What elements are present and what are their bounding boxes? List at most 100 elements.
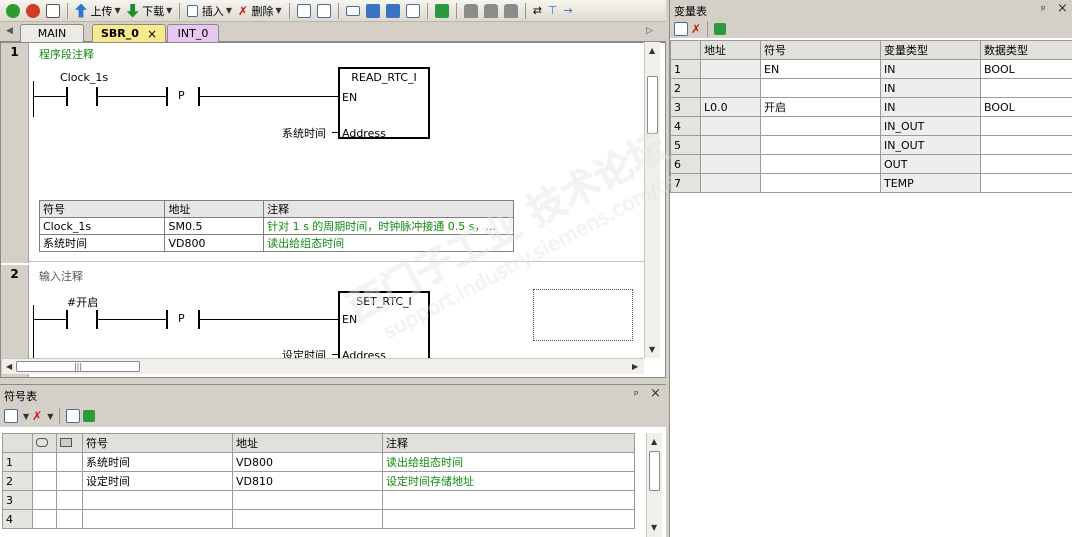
symbol-cell[interactable] (82, 509, 233, 529)
symbol-vertical-scrollbar[interactable]: ▲ ▼ (646, 433, 662, 537)
address-cell[interactable] (700, 173, 761, 193)
variable-grid[interactable]: 地址 符号 变量类型 数据类型 1 EN IN BOOL 2 IN 3 L0.0… (670, 40, 1072, 193)
symbol-cell[interactable] (760, 116, 881, 136)
table-row[interactable]: 2 设定时间 VD810 设定时间存储地址 (2, 471, 635, 491)
network-1-comment[interactable]: 程序段注释 (39, 46, 94, 62)
address-header[interactable]: 地址 (232, 433, 383, 453)
insert-dropdown-icon[interactable]: ▼ (226, 6, 232, 15)
box-button[interactable] (344, 2, 362, 20)
table-row[interactable]: 7 TEMP (670, 173, 1072, 193)
table-row[interactable]: 1 系统时间 VD800 读出给组态时间 (2, 452, 635, 472)
table-row[interactable]: 4 (2, 509, 635, 529)
data-type-cell[interactable] (980, 78, 1072, 98)
var-type-cell[interactable]: IN (880, 97, 981, 117)
data-type-cell[interactable]: BOOL (980, 59, 1072, 79)
symbol-cell[interactable]: EN (760, 59, 881, 79)
read-rtc-block[interactable]: READ_RTC_I EN Address (338, 67, 430, 140)
address-cell[interactable] (700, 154, 761, 174)
table-row[interactable]: 1 EN IN BOOL (670, 59, 1072, 79)
goto-button[interactable] (433, 2, 451, 20)
tab-close-icon[interactable]: × (147, 27, 157, 41)
line-right-button[interactable]: → (562, 2, 575, 20)
selection-box[interactable] (533, 289, 633, 341)
add-lock-button[interactable] (502, 2, 520, 20)
symbol-cell[interactable] (760, 78, 881, 98)
table-row[interactable]: 2 IN (670, 78, 1072, 98)
address-cell[interactable] (700, 135, 761, 155)
insert-button[interactable]: 插入 ▼ (185, 2, 234, 20)
apply-icon[interactable] (83, 410, 96, 422)
add-row-icon[interactable] (4, 409, 18, 423)
forward-button[interactable] (384, 2, 402, 20)
network-2-comment[interactable]: 输入注释 (39, 268, 83, 284)
data-type-cell[interactable]: BOOL (980, 97, 1072, 117)
var-type-cell[interactable]: TEMP (880, 173, 981, 193)
address-cell[interactable] (232, 490, 383, 510)
pin-icon[interactable]: ᵖ (634, 388, 639, 401)
comment-cell[interactable] (382, 509, 635, 529)
branch-button[interactable]: ⇄ (531, 2, 544, 20)
symbol-header[interactable]: 符号 (82, 433, 233, 453)
tab-scroll-left-icon[interactable]: ◀ (6, 26, 13, 36)
stop-button[interactable] (24, 2, 42, 20)
back-button[interactable] (364, 2, 382, 20)
scroll-thumb[interactable]: ||| (16, 361, 140, 372)
ladder-editor[interactable]: 1 程序段注释 Clock_1s P READ_RTC_I EN Address… (0, 42, 666, 378)
delete-button[interactable]: ✗ 删除 ▼ (236, 2, 284, 20)
unlock-button[interactable] (482, 2, 500, 20)
symbol-cell[interactable] (760, 173, 881, 193)
table-row[interactable]: 6 OUT (670, 154, 1072, 174)
scroll-up-icon[interactable]: ▲ (649, 46, 655, 55)
data-type-cell[interactable] (980, 135, 1072, 155)
tab-sbr-0[interactable]: SBR_0 × (92, 24, 166, 42)
var-type-cell[interactable]: OUT (880, 154, 981, 174)
scroll-up-icon[interactable]: ▲ (651, 437, 657, 446)
set-rtc-block[interactable]: SET_RTC_I EN Address (338, 291, 430, 363)
tab-scroll-right-icon[interactable]: ▷ (646, 26, 653, 36)
network-1-number[interactable]: 1 (1, 43, 29, 263)
var-type-cell[interactable]: IN (880, 59, 981, 79)
table-row[interactable]: 5 IN_OUT (670, 135, 1072, 155)
symbol-cell[interactable]: 开启 (760, 97, 881, 117)
address-cell[interactable] (232, 509, 383, 529)
address-cell[interactable]: VD810 (232, 471, 383, 491)
table-row[interactable]: 3 L0.0 开启 IN BOOL (670, 97, 1072, 117)
pin-icon[interactable]: ᵖ (1041, 3, 1046, 16)
symbol-grid[interactable]: 符号 地址 注释 1 系统时间 VD800 读出给组态时间 2 设定时间 VD8… (2, 433, 635, 529)
var-type-cell[interactable]: IN_OUT (880, 116, 981, 136)
address-cell[interactable] (700, 59, 761, 79)
contact-label[interactable]: Clock_1s (60, 71, 108, 84)
scroll-left-icon[interactable]: ◀ (6, 362, 12, 371)
symbol-cell[interactable] (82, 490, 233, 510)
add-row-dropdown-icon[interactable]: ▼ (23, 412, 29, 421)
address-cell[interactable]: L0.0 (700, 97, 761, 117)
upload-button[interactable]: 上传 ▼ (73, 2, 123, 20)
apply-icon[interactable] (714, 23, 727, 35)
insert-row-icon[interactable] (674, 22, 688, 36)
editor-vertical-scrollbar[interactable]: ▲ ▼ (644, 42, 660, 358)
download-button[interactable]: 下载 ▼ (125, 2, 175, 20)
delete-row-icon[interactable]: ✗ (691, 22, 701, 36)
line-down-button[interactable]: ⊤ (546, 2, 560, 20)
delete-dropdown-icon[interactable]: ▼ (276, 6, 282, 15)
download-dropdown-icon[interactable]: ▼ (166, 6, 172, 15)
delete-row-icon[interactable]: ✗ (32, 409, 42, 423)
upload-dropdown-icon[interactable]: ▼ (115, 6, 121, 15)
address-operand[interactable]: 系统时间 (282, 125, 326, 141)
table-row[interactable]: 4 IN_OUT (670, 116, 1072, 136)
data-type-header[interactable]: 数据类型 (980, 40, 1072, 60)
symbol-cell[interactable]: 系统时间 (82, 452, 233, 472)
table-row[interactable]: 3 (2, 490, 635, 510)
comment-cell[interactable]: 设定时间存储地址 (382, 471, 635, 491)
close-icon[interactable]: × (1057, 1, 1068, 16)
network-comment-button[interactable] (315, 2, 333, 20)
network-view-button[interactable] (295, 2, 313, 20)
table-icon[interactable] (66, 409, 81, 423)
lock-button[interactable] (462, 2, 480, 20)
var-type-cell[interactable]: IN_OUT (880, 135, 981, 155)
contact-label[interactable]: #开启 (67, 294, 98, 310)
data-type-cell[interactable] (980, 154, 1072, 174)
data-type-cell[interactable] (980, 173, 1072, 193)
scroll-thumb[interactable] (649, 451, 660, 491)
address-cell[interactable] (700, 78, 761, 98)
